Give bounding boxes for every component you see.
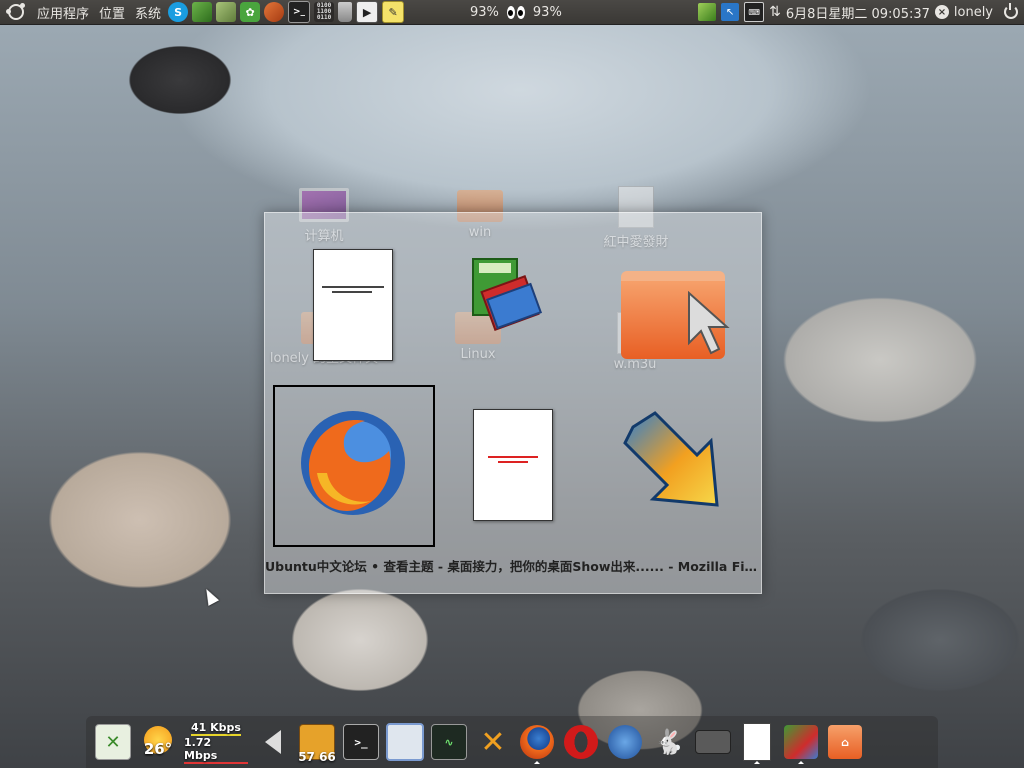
dock-screenshot[interactable] [386, 722, 424, 762]
dock-firefox[interactable] [518, 722, 556, 764]
document-icon [743, 723, 771, 761]
dock-home-folder[interactable]: ⌂ [826, 722, 864, 762]
dock-radio[interactable] [694, 722, 732, 762]
clock[interactable]: 6月8日星期二 09:05:37 [786, 3, 930, 22]
dock-crossover[interactable]: ✕ [474, 722, 512, 762]
menu-places[interactable]: 位置 [94, 3, 130, 22]
edit-icon[interactable]: ✎ [382, 1, 405, 23]
terminal-icon[interactable]: >_ [288, 1, 311, 23]
show-desktop-icon: ✕ [95, 724, 131, 760]
window-thumb-document-2[interactable] [473, 409, 553, 521]
home-folder-icon: ⌂ [828, 725, 862, 759]
running-indicator [798, 761, 804, 764]
cpu-percent-left: 93% [470, 4, 499, 20]
books-app-icon [472, 258, 543, 331]
speaker-icon [265, 730, 281, 754]
dock-cpu[interactable]: 57 66 [298, 722, 336, 764]
tray-cursor-icon[interactable]: ↖ [721, 3, 740, 21]
mouse-pointer-icon [200, 586, 220, 606]
firefox-icon [520, 725, 554, 759]
dock-weather[interactable]: 26° [138, 722, 178, 762]
cpu-percent-right: 93% [532, 4, 562, 20]
dock-volume[interactable] [254, 722, 292, 762]
power-icon[interactable] [1004, 3, 1018, 19]
binary-icon[interactable]: 0100 1100 0110 [314, 2, 335, 22]
firefox-icon [301, 411, 405, 515]
bottom-dock: ✕ 26° 41 Kbps 1.72 Mbps 57 66 >_ ∿ ✕ 🐇 ⌂ [86, 716, 938, 768]
dock-opera[interactable] [562, 722, 600, 762]
gear-icon[interactable]: ✿ [240, 2, 261, 22]
dock-terminal[interactable]: >_ [342, 722, 380, 762]
dock-show-desktop[interactable]: ✕ [94, 722, 132, 762]
dock-netspeed[interactable]: 41 Kbps 1.72 Mbps [184, 721, 248, 764]
skype-icon[interactable]: S [168, 2, 189, 22]
radio-icon [695, 730, 731, 754]
username[interactable]: lonely [954, 5, 993, 20]
box-icon[interactable] [216, 2, 237, 22]
window-thumb-books[interactable] [465, 253, 545, 337]
dock-emesene[interactable]: 🐇 [650, 722, 688, 762]
top-panel: 应用程序 位置 系统 S ✿ >_ 0100 1100 0110 ▶ ✎ 93%… [0, 0, 1024, 25]
cpu-label: 57 66 [298, 750, 336, 764]
run-icon[interactable]: ▶ [356, 1, 379, 23]
keyboard-icon[interactable]: ⌨ [744, 2, 765, 22]
net-up-speed: 41 Kbps [191, 720, 241, 736]
cursor-app-icon [688, 291, 730, 355]
terminal-icon: >_ [343, 724, 379, 760]
menu-system[interactable]: 系统 [130, 3, 166, 22]
dock-system-monitor[interactable]: ∿ [430, 722, 468, 762]
dock-books[interactable] [782, 722, 820, 764]
window-switcher: Ubuntu中文论坛 • 查看主题 - 桌面接力，把你的桌面Show出来....… [264, 212, 762, 594]
net-down-speed: 1.72 Mbps [184, 736, 248, 764]
dock-thunderbird[interactable] [606, 722, 644, 762]
screenshot-icon [386, 723, 424, 761]
running-indicator [534, 761, 540, 764]
temperature: 26° [143, 740, 173, 758]
window-thumb-document-1[interactable] [313, 249, 393, 361]
system-monitor-icon: ∿ [431, 724, 467, 760]
switcher-window-title: Ubuntu中文论坛 • 查看主题 - 桌面接力，把你的桌面Show出来....… [265, 559, 761, 574]
network-updown-icon[interactable]: ⇅ [769, 4, 781, 20]
books-icon[interactable] [192, 2, 213, 22]
user-status-icon[interactable]: × [934, 5, 949, 19]
running-indicator [754, 761, 760, 764]
tray-addon-icon[interactable] [698, 3, 717, 21]
thunderbird-icon [608, 725, 642, 759]
crossover-icon: ✕ [480, 724, 506, 760]
menu-applications[interactable]: 应用程序 [32, 3, 94, 22]
ubuntu-logo-icon[interactable] [6, 3, 25, 20]
arrow-app-icon [623, 411, 719, 507]
firefox-launcher-icon[interactable] [264, 2, 285, 22]
dock-document-viewer[interactable] [738, 722, 776, 764]
opera-icon [564, 725, 598, 759]
rabbit-icon: 🐇 [654, 728, 684, 756]
window-thumb-arrow-app[interactable] [619, 409, 723, 513]
window-thumb-file-manager[interactable] [621, 271, 730, 359]
eyes-applet-icon [506, 5, 525, 19]
trash-icon[interactable] [338, 2, 353, 22]
books-icon [784, 725, 818, 759]
window-thumb-firefox-selected[interactable] [273, 385, 435, 547]
